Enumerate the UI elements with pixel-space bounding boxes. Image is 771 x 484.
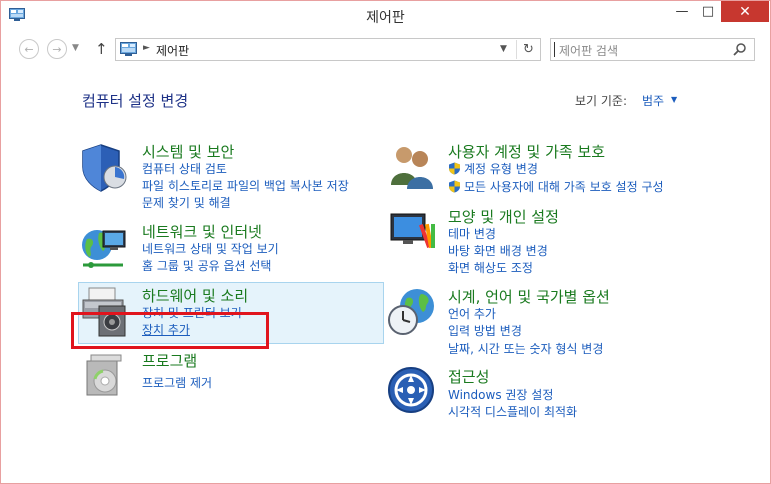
link-homegroup-sharing[interactable]: 홈 그룹 및 공유 옵션 선택 [142,257,271,274]
link-family-safety[interactable]: 모든 사용자에 대해 가족 보호 설정 구성 [448,178,664,195]
title-bar: 제어판 — □ ✕ [1,1,770,31]
link-add-language[interactable]: 언어 추가 [448,305,496,322]
address-bar[interactable]: ► 제어판 ▼ ↻ [115,38,541,61]
address-dropdown-icon[interactable]: ▼ [500,44,507,54]
program-box-icon[interactable] [81,351,133,403]
maximize-button[interactable]: □ [695,1,721,22]
minimize-button[interactable]: — [669,1,695,22]
view-by-chevron-icon[interactable]: ▼ [671,95,677,104]
network-globe-icon[interactable] [79,221,131,273]
shield-icon[interactable] [79,141,131,193]
category-title-user-accounts[interactable]: 사용자 계정 및 가족 보호 [448,141,605,162]
search-input[interactable]: 제어판 검색 [550,38,755,61]
link-review-computer-status[interactable]: 컴퓨터 상태 검토 [142,160,227,177]
highlight-box [71,312,269,349]
link-file-history-backup[interactable]: 파일 히스토리로 파일의 백업 복사본 저장 [142,177,349,194]
link-change-account-type[interactable]: 계정 유형 변경 [448,160,538,177]
link-change-date-time-format[interactable]: 날짜, 시간 또는 숫자 형식 변경 [448,340,603,357]
recent-locations-chevron-icon[interactable]: ▼ [72,43,79,53]
refresh-button[interactable]: ↻ [516,40,540,59]
link-uninstall-program[interactable]: 프로그램 제거 [142,374,212,391]
users-icon[interactable] [387,141,439,193]
breadcrumb-control-panel[interactable]: 제어판 [156,42,189,59]
link-network-status[interactable]: 네트워크 상태 및 작업 보기 [142,240,279,257]
link-windows-recommended-settings[interactable]: Windows 권장 설정 [448,386,553,403]
category-title-clock-language-region[interactable]: 시계, 언어 및 국가별 옵션 [448,286,610,307]
view-by-label: 보기 기준: [575,94,628,108]
close-button[interactable]: ✕ [721,1,769,22]
breadcrumb-separator-icon[interactable]: ► [143,43,150,53]
up-button[interactable]: ↑ [95,40,108,58]
control-panel-icon [120,42,137,56]
back-button[interactable]: ← [19,39,39,59]
control-panel-window: 제어판 — □ ✕ ← → ▼ ↑ ► 제어판 ▼ ↻ 제어판 검색 컴퓨터 설… [0,0,771,484]
forward-button[interactable]: → [47,39,67,59]
category-title-hardware-sound[interactable]: 하드웨어 및 소리 [142,285,248,306]
category-title-network-internet[interactable]: 네트워크 및 인터넷 [142,221,262,242]
uac-shield-icon [449,162,460,175]
accessibility-icon[interactable] [387,366,439,418]
navigation-bar: ← → ▼ ↑ ► 제어판 ▼ ↻ 제어판 검색 [1,35,770,63]
category-title-programs[interactable]: 프로그램 [142,350,197,371]
link-change-theme[interactable]: 테마 변경 [448,225,496,242]
link-change-account-type-label: 계정 유형 변경 [464,162,538,176]
category-title-system-security[interactable]: 시스템 및 보안 [142,141,234,162]
window-title: 제어판 [366,10,405,26]
link-family-safety-label: 모든 사용자에 대해 가족 보호 설정 구성 [464,180,664,194]
link-optimize-visual-display[interactable]: 시각적 디스플레이 최적화 [448,403,577,420]
clock-globe-icon[interactable] [387,286,439,338]
page-title: 컴퓨터 설정 변경 [82,92,189,110]
category-title-appearance[interactable]: 모양 및 개인 설정 [448,206,559,227]
link-troubleshoot[interactable]: 문제 찾기 및 해결 [142,194,231,211]
uac-shield-icon [449,180,460,193]
search-icon[interactable] [733,42,747,56]
link-change-desktop-background[interactable]: 바탕 화면 배경 변경 [448,242,548,259]
view-by-dropdown[interactable]: 범주 [642,92,664,109]
search-placeholder: 제어판 검색 [553,42,619,58]
category-title-ease-of-access[interactable]: 접근성 [448,366,489,387]
link-change-input-method[interactable]: 입력 방법 변경 [448,322,522,339]
monitor-palette-icon[interactable] [387,206,439,258]
link-adjust-resolution[interactable]: 화면 해상도 조정 [448,259,533,276]
